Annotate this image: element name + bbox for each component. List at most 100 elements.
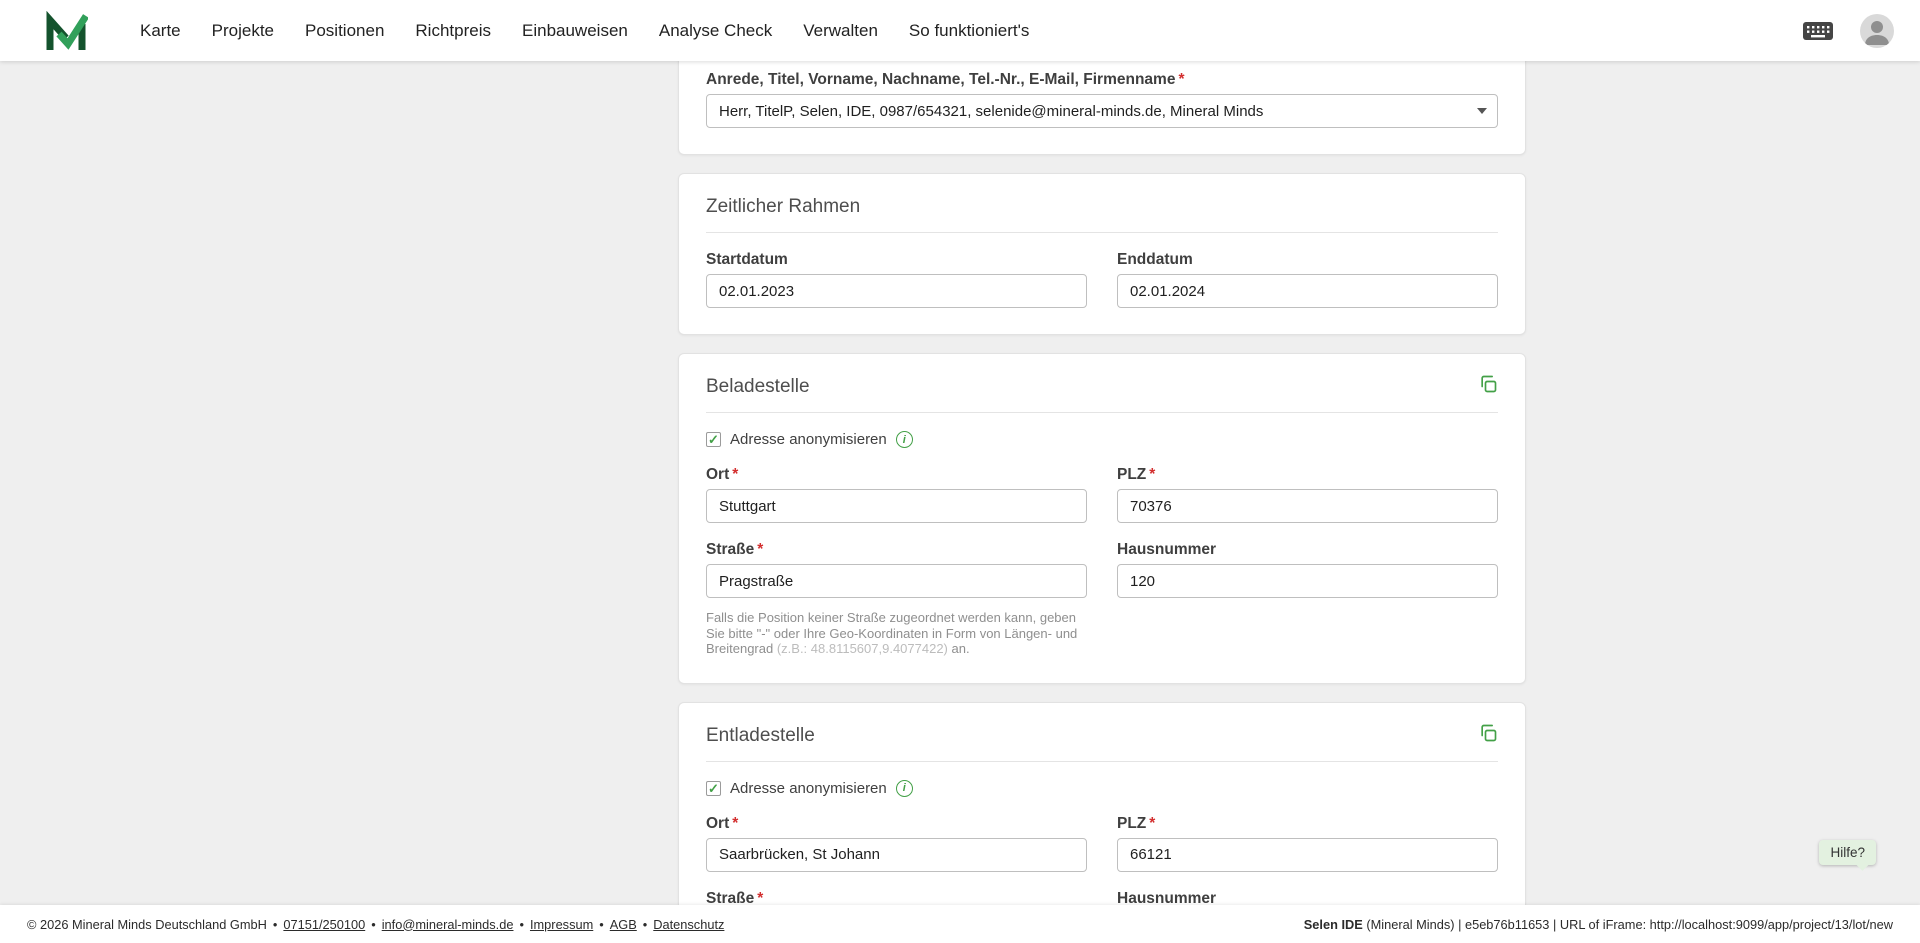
footer-email-link[interactable]: info@mineral-minds.de bbox=[382, 917, 514, 932]
beladestelle-head: Beladestelle bbox=[706, 374, 1498, 398]
info-icon[interactable]: i bbox=[895, 431, 913, 448]
bel-plz-input[interactable] bbox=[1117, 489, 1498, 523]
footer-separator: • bbox=[272, 916, 278, 932]
footer-impressum-link[interactable]: Impressum bbox=[530, 917, 593, 932]
footer-separator: • bbox=[519, 916, 524, 932]
ent-anonymize-label: Adresse anonymisieren bbox=[730, 779, 887, 797]
bel-hausnummer-input[interactable] bbox=[1117, 564, 1498, 598]
entladestelle-head: Entladestelle bbox=[706, 723, 1498, 747]
label-text: Straße bbox=[706, 541, 755, 558]
bel-anonymize-label: Adresse anonymisieren bbox=[730, 431, 887, 448]
mineral-minds-logo-icon bbox=[46, 10, 88, 50]
startdatum-field: Startdatum bbox=[706, 251, 1087, 308]
help-text-example: (z.B.: 48.8115607,9.4077422) bbox=[776, 641, 948, 656]
bel-anonymize-checkbox[interactable]: ✓ bbox=[706, 432, 721, 447]
label-text: PLZ bbox=[1117, 466, 1147, 483]
required-mark: * bbox=[757, 541, 764, 558]
nav-item-projekte[interactable]: Projekte bbox=[212, 21, 274, 41]
enddatum-label: Enddatum bbox=[1117, 251, 1193, 268]
divider bbox=[706, 760, 1498, 762]
ent-plz-field: PLZ * bbox=[1117, 815, 1498, 872]
label-text: Ort bbox=[706, 814, 730, 832]
check-icon: ✓ bbox=[708, 432, 719, 447]
nav-item-karte[interactable]: Karte bbox=[140, 21, 181, 41]
bel-ort-input[interactable] bbox=[706, 489, 1087, 523]
copy-icon[interactable] bbox=[1478, 374, 1498, 394]
help-button[interactable]: Hilfe? bbox=[1819, 840, 1876, 865]
ent-hausnummer-label: Hausnummer bbox=[1117, 889, 1217, 906]
beladestelle-title: Beladestelle bbox=[706, 376, 810, 397]
divider bbox=[706, 232, 1498, 233]
ent-strasse-label: Straße * bbox=[706, 890, 1087, 906]
main-nav: Karte Projekte Positionen Richtpreis Ein… bbox=[140, 21, 1029, 41]
required-mark: * bbox=[732, 466, 739, 483]
ent-ort-input[interactable] bbox=[706, 837, 1087, 872]
footer-separator: • bbox=[371, 916, 376, 932]
footer-agb-link[interactable]: AGB bbox=[610, 917, 637, 932]
info-glyph: i bbox=[902, 433, 906, 446]
footer-system-name: Selen IDE bbox=[1303, 916, 1363, 932]
nav-item-richtpreis[interactable]: Richtpreis bbox=[415, 21, 491, 41]
contact-select-value: Herr, TitelP, Selen, IDE, 0987/654321, s… bbox=[719, 102, 1264, 120]
info-icon[interactable]: i bbox=[895, 779, 913, 797]
check-icon: ✓ bbox=[708, 780, 719, 796]
bel-ort-field: Ort * bbox=[706, 466, 1087, 523]
divider bbox=[706, 412, 1498, 413]
entladestelle-card: Entladestelle ✓ Adresse anonymisieren i … bbox=[678, 701, 1526, 906]
ent-hausnummer-field: Hausnummer bbox=[1117, 890, 1498, 906]
footer-system-details: (Mineral Minds) | e5eb76b11653 | URL of … bbox=[1362, 916, 1893, 932]
nav-item-so-funktionierts[interactable]: So funktioniert's bbox=[909, 21, 1029, 41]
footer: © 2026 Mineral Minds Deutschland GmbH • … bbox=[0, 905, 1920, 943]
contact-label-text: Anrede, Titel, Vorname, Nachname, Tel.-N… bbox=[706, 71, 1176, 88]
contact-field: Anrede, Titel, Vorname, Nachname, Tel.-N… bbox=[706, 71, 1498, 128]
strasse-help-text: Falls die Position keiner Straße zugeord… bbox=[706, 610, 1087, 657]
content-area: Anrede, Titel, Vorname, Nachname, Tel.-N… bbox=[0, 61, 1920, 905]
ent-plz-label: PLZ * bbox=[1117, 815, 1498, 833]
ent-strasse-field: Straße * bbox=[706, 890, 1087, 906]
label-text: Ort bbox=[706, 466, 730, 483]
bel-hausnummer-field: Hausnummer bbox=[1117, 541, 1498, 598]
footer-system-info: Selen IDE (Mineral Minds) | e5eb76b11653… bbox=[1304, 917, 1893, 932]
footer-separator: • bbox=[599, 916, 604, 932]
footer-datenschutz-link[interactable]: Datenschutz bbox=[653, 917, 724, 932]
navbar: Karte Projekte Positionen Richtpreis Ein… bbox=[0, 0, 1920, 61]
startdatum-label: Startdatum bbox=[706, 251, 788, 268]
startdatum-input[interactable] bbox=[706, 274, 1087, 308]
bel-hausnummer-label: Hausnummer bbox=[1117, 541, 1217, 558]
nav-item-einbauweisen[interactable]: Einbauweisen bbox=[522, 21, 628, 41]
copy-icon[interactable] bbox=[1478, 723, 1498, 743]
help-text-suffix: an. bbox=[947, 641, 970, 656]
navbar-right bbox=[1802, 13, 1894, 48]
contact-card: Anrede, Titel, Vorname, Nachname, Tel.-N… bbox=[678, 61, 1526, 155]
info-glyph: i bbox=[902, 782, 906, 794]
enddatum-field: Enddatum bbox=[1117, 251, 1498, 308]
label-text: Straße bbox=[706, 889, 755, 906]
footer-separator: • bbox=[642, 916, 648, 932]
nav-item-positionen[interactable]: Positionen bbox=[305, 21, 384, 41]
footer-phone-link[interactable]: 07151/250100 bbox=[283, 917, 365, 932]
nav-item-analyse-check[interactable]: Analyse Check bbox=[659, 21, 772, 41]
bel-ort-label: Ort * bbox=[706, 466, 1087, 484]
ent-ort-field: Ort * bbox=[706, 815, 1087, 872]
entladestelle-title: Entladestelle bbox=[706, 724, 815, 746]
nav-item-verwalten[interactable]: Verwalten bbox=[803, 21, 878, 41]
ent-plz-input[interactable] bbox=[1117, 837, 1498, 872]
ent-anonymize-row: ✓ Adresse anonymisieren i bbox=[706, 779, 1498, 797]
ent-anonymize-checkbox[interactable]: ✓ bbox=[706, 780, 721, 796]
bel-strasse-input[interactable] bbox=[706, 564, 1087, 598]
ent-ort-label: Ort * bbox=[706, 815, 1087, 833]
contact-select[interactable]: Herr, TitelP, Selen, IDE, 0987/654321, s… bbox=[706, 94, 1498, 128]
bel-plz-label: PLZ * bbox=[1117, 466, 1498, 484]
bel-anonymize-row: ✓ Adresse anonymisieren i bbox=[706, 431, 1498, 448]
user-avatar[interactable] bbox=[1860, 13, 1894, 48]
required-mark: * bbox=[732, 814, 739, 832]
label-text: PLZ bbox=[1117, 814, 1147, 832]
enddatum-input[interactable] bbox=[1117, 274, 1498, 308]
keyboard-icon[interactable] bbox=[1802, 18, 1834, 44]
contact-label: Anrede, Titel, Vorname, Nachname, Tel.-N… bbox=[706, 71, 1498, 89]
timeframe-grid: Startdatum Enddatum bbox=[706, 251, 1498, 308]
required-mark: * bbox=[757, 889, 764, 906]
footer-copyright: © 2026 Mineral Minds Deutschland GmbH bbox=[27, 916, 267, 932]
entladestelle-grid: Ort* PLZ* Straße* Hausnummer bbox=[706, 815, 1498, 906]
logo[interactable] bbox=[44, 10, 88, 51]
